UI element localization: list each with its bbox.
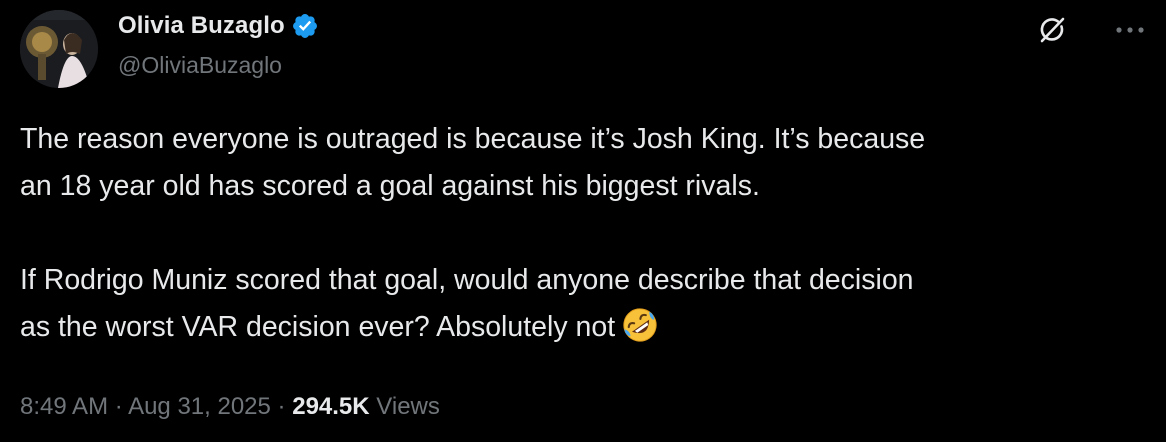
verified-badge-icon[interactable]: [291, 12, 319, 40]
tweet-meta: 8:49 AM · Aug 31, 2025 · 294.5K Views: [20, 393, 440, 421]
tweet-text-line: as the worst VAR decision ever? Absolute…: [20, 311, 616, 343]
author-name-row: Olivia Buzaglo: [118, 12, 319, 40]
tweet-text-line: The reason everyone is outraged is becau…: [20, 123, 926, 155]
tweet-text-line-with-emoji: as the worst VAR decision ever? Absolute…: [20, 304, 1140, 351]
views-count[interactable]: 294.5K: [292, 393, 369, 420]
more-icon: [1116, 27, 1144, 33]
tweet-time[interactable]: 8:49 AM: [20, 393, 108, 420]
grok-button[interactable]: [1034, 12, 1070, 48]
more-options-button[interactable]: [1110, 12, 1150, 48]
tweet-text-line: If Rodrigo Muniz scored that goal, would…: [20, 264, 914, 296]
tweet-date[interactable]: Aug 31, 2025: [128, 393, 271, 420]
tweet: Olivia Buzaglo @OliviaBuzaglo The reason…: [0, 0, 1166, 442]
author-handle[interactable]: @OliviaBuzaglo: [118, 52, 282, 79]
avatar-image-icon: [20, 10, 98, 88]
tweet-text-line: an 18 year old has scored a goal against…: [20, 170, 760, 202]
tweet-text: The reason everyone is outraged is becau…: [20, 116, 1140, 351]
grok-icon: [1040, 17, 1065, 43]
meta-separator: ·: [277, 393, 286, 420]
avatar[interactable]: [20, 10, 98, 88]
meta-separator: ·: [114, 393, 123, 420]
views-label: Views: [376, 393, 440, 420]
rolling-on-floor-laughing-emoji: [623, 308, 657, 342]
author-display-name[interactable]: Olivia Buzaglo: [118, 12, 285, 40]
